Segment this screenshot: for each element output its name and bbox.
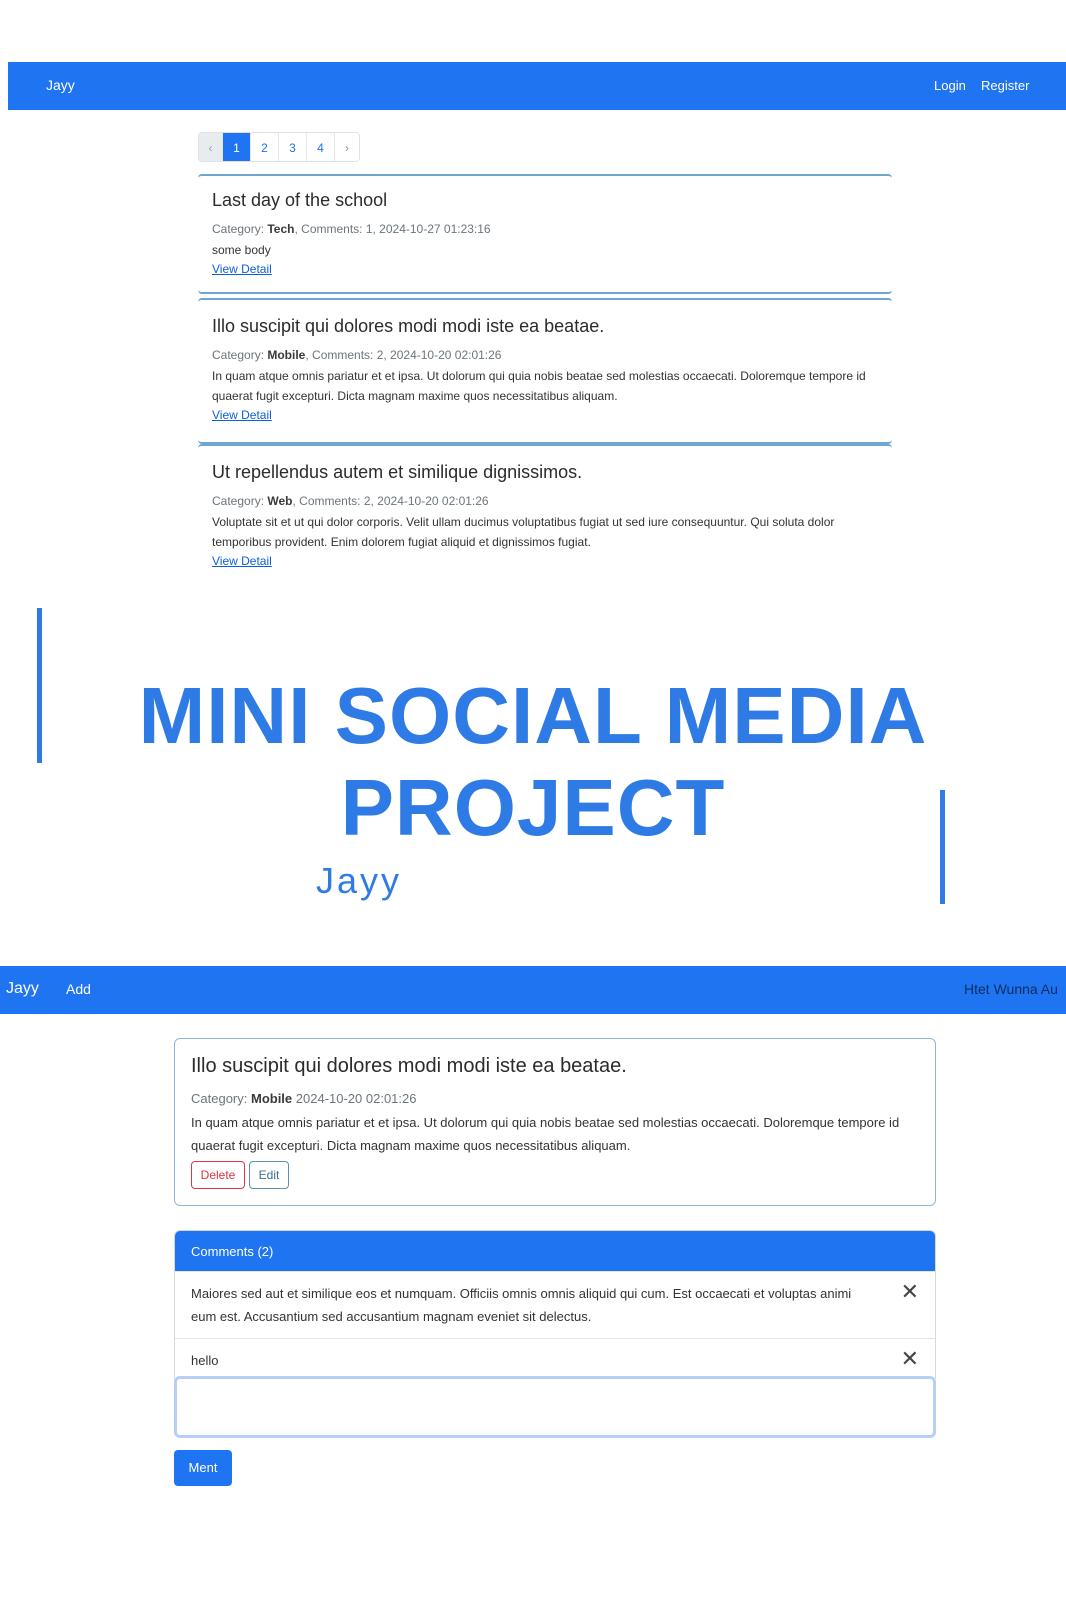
main-title: MINI SOCIAL MEDIA PROJECT bbox=[0, 670, 1066, 854]
edit-button[interactable]: Edit bbox=[249, 1161, 289, 1189]
title-line-1: MINI SOCIAL MEDIA bbox=[138, 671, 928, 760]
category-label: Category: bbox=[212, 348, 268, 362]
post-detail-card: Illo suscipit qui dolores modi modi iste… bbox=[174, 1038, 936, 1206]
category-label: Category: bbox=[212, 494, 268, 508]
pagination-page-4[interactable]: 4 bbox=[307, 133, 335, 161]
post-card: Ut repellendus autem et similique dignis… bbox=[198, 444, 892, 578]
pagination-prev[interactable]: ‹ bbox=[199, 133, 223, 161]
navbar-brand[interactable]: Jayy bbox=[6, 980, 39, 998]
category-label: Category: bbox=[191, 1091, 251, 1106]
comment-text: hello bbox=[191, 1353, 219, 1368]
comments-header: Comments (2) bbox=[175, 1231, 935, 1271]
view-detail-link[interactable]: View Detail bbox=[212, 554, 272, 568]
pagination-next[interactable]: › bbox=[335, 133, 359, 161]
post-meta: Category: Web, Comments: 2, 2024-10-20 0… bbox=[212, 494, 489, 508]
register-link[interactable]: Register bbox=[981, 78, 1029, 93]
comment-item: Maiores sed aut et similique eos et numq… bbox=[175, 1271, 935, 1338]
post-body: Voluptate sit et ut qui dolor corporis. … bbox=[212, 515, 835, 549]
post-meta: Category: Mobile 2024-10-20 02:01:26 bbox=[191, 1091, 416, 1106]
pagination-page-3[interactable]: 3 bbox=[279, 133, 307, 161]
navbar: Jayy Login Register bbox=[8, 62, 1066, 110]
post-body: In quam atque omnis pariatur et et ipsa.… bbox=[191, 1115, 900, 1153]
post-card: Illo suscipit qui dolores modi modi iste… bbox=[198, 298, 892, 444]
category-label: Category: bbox=[212, 222, 268, 236]
navbar-brand[interactable]: Jayy bbox=[46, 77, 75, 93]
post-title: Illo suscipit qui dolores modi modi iste… bbox=[191, 1055, 627, 1077]
screenshot-post-detail: Jayy Add Htet Wunna Au Illo suscipit qui… bbox=[0, 966, 1066, 1524]
post-title: Ut repellendus autem et similique dignis… bbox=[212, 462, 583, 482]
post-date: 2024-10-20 02:01:26 bbox=[292, 1091, 417, 1106]
view-detail-link[interactable]: View Detail bbox=[212, 262, 272, 276]
comments-panel: Comments (2) Maiores sed aut et similiqu… bbox=[174, 1230, 936, 1383]
delete-button[interactable]: Delete bbox=[191, 1161, 245, 1189]
comment-textarea[interactable] bbox=[174, 1376, 936, 1438]
author-name: Jayy bbox=[316, 860, 403, 901]
post-category: Tech bbox=[267, 222, 295, 236]
post-category: Mobile bbox=[267, 348, 306, 362]
post-meta: Category: Tech, Comments: 1, 2024-10-27 … bbox=[212, 222, 491, 236]
comment-text: Maiores sed aut et similique eos et numq… bbox=[191, 1286, 852, 1324]
navbar: Jayy Add Htet Wunna Au bbox=[0, 966, 1066, 1014]
post-body: some body bbox=[212, 243, 271, 257]
submit-comment-button[interactable]: Ment bbox=[174, 1450, 232, 1486]
view-detail-link[interactable]: View Detail bbox=[212, 408, 272, 422]
post-title: Illo suscipit qui dolores modi modi iste… bbox=[212, 316, 605, 336]
post-category: Mobile bbox=[250, 1091, 293, 1106]
close-icon[interactable]: ✕ bbox=[901, 1347, 919, 1371]
pagination-page-1[interactable]: 1 bbox=[223, 133, 251, 161]
login-link[interactable]: Login bbox=[934, 78, 966, 93]
post-comments-date: , Comments: 2, 2024-10-20 02:01:26 bbox=[292, 494, 489, 508]
post-category: Web bbox=[267, 494, 293, 508]
pagination: ‹ 1 2 3 4 › bbox=[198, 132, 360, 162]
post-meta: Category: Mobile, Comments: 2, 2024-10-2… bbox=[212, 348, 501, 362]
post-comments-date: , Comments: 1, 2024-10-27 01:23:16 bbox=[294, 222, 491, 236]
screenshot-post-list: Jayy Login Register ‹ 1 2 3 4 › Last day… bbox=[8, 62, 1066, 578]
user-name-link[interactable]: Htet Wunna Au bbox=[964, 981, 1058, 997]
pagination-page-2[interactable]: 2 bbox=[251, 133, 279, 161]
post-comments-date: , Comments: 2, 2024-10-20 02:01:26 bbox=[305, 348, 502, 362]
post-card: Last day of the school Category: Tech, C… bbox=[198, 174, 892, 294]
close-icon[interactable]: ✕ bbox=[901, 1280, 919, 1304]
post-body: In quam atque omnis pariatur et et ipsa.… bbox=[212, 369, 866, 403]
post-title: Last day of the school bbox=[212, 190, 388, 210]
title-line-2: PROJECT bbox=[340, 763, 726, 852]
add-link[interactable]: Add bbox=[66, 981, 91, 997]
